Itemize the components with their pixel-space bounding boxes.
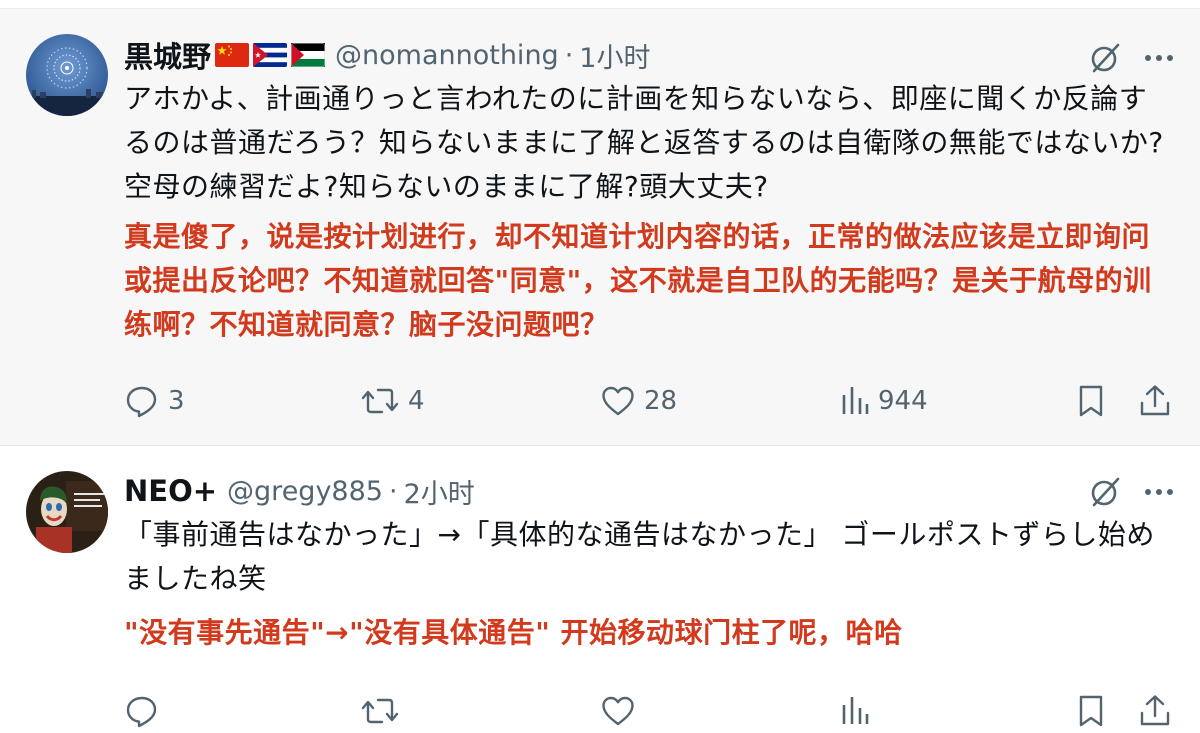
action-bar [124,689,1174,733]
reply-icon [124,693,160,729]
cuba-flag-icon [253,43,288,67]
palestine-flag-icon [291,43,326,67]
tweet-header: NEO+ @gregy885 · 2小时 [124,472,1060,511]
share-icon [1138,383,1172,419]
views-button[interactable] [840,689,878,733]
share-button[interactable] [1138,689,1172,733]
timestamp[interactable]: 1小时 [579,36,650,75]
bookmark-button[interactable] [1076,379,1106,423]
repost-button[interactable]: 4 [360,379,425,423]
tweet-top-actions [1088,475,1174,509]
china-flag-icon [215,43,250,67]
bookmark-icon [1076,693,1106,729]
flag-emojis [215,43,326,67]
user-handle[interactable]: @nomannothing [335,40,559,71]
tweet-card[interactable]: 黒城野 @nomannothing · 1小时 アホかよ、計画通りっと言われたの… [0,8,1200,446]
tweet-text: 「事前通告はなかった」→「具体的な通告はなかった」 ゴールポストずらし始めました… [124,518,1155,595]
like-button[interactable] [600,689,644,733]
repost-count: 4 [408,386,425,416]
action-bar: 3 4 28 944 [124,379,1174,423]
share-button[interactable] [1138,379,1172,423]
more-icon[interactable] [1144,488,1174,496]
more-icon[interactable] [1144,54,1174,62]
repost-icon [360,383,400,419]
avatar[interactable] [26,471,108,553]
share-icon [1138,693,1172,729]
like-icon [600,693,636,729]
reply-icon [124,383,160,419]
reply-button[interactable]: 3 [124,379,185,423]
reply-button[interactable] [124,689,168,733]
like-button[interactable]: 28 [600,379,677,423]
views-button[interactable]: 944 [840,379,928,423]
translation-text: 真是傻了，说是按计划进行，却不知道计划内容的话，正常的做法应该是立即询问或提出反… [124,220,1152,341]
tweet-text: アホかよ、計画通りっと言われたのに計画を知らないなら、即座に聞くか反論するのは普… [124,82,1164,203]
views-icon [840,693,870,729]
tweet-top-actions [1088,41,1174,75]
timestamp[interactable]: 2小时 [404,472,475,511]
grok-icon[interactable] [1088,41,1122,75]
tweet-card[interactable]: NEO+ @gregy885 · 2小时 「事前通告はなかった」→「具体的な通告… [0,447,1200,728]
views-icon [840,383,870,419]
bookmark-button[interactable] [1076,689,1106,733]
bookmark-icon [1076,383,1106,419]
display-name[interactable]: NEO+ [124,474,217,508]
repost-button[interactable] [360,689,408,733]
views-count: 944 [878,386,928,416]
grok-icon[interactable] [1088,475,1122,509]
reply-count: 3 [168,386,185,416]
like-count: 28 [644,386,678,416]
user-handle[interactable]: @gregy885 [227,476,383,507]
display-name[interactable]: 黒城野 [124,34,211,76]
repost-icon [360,693,400,729]
avatar[interactable] [26,34,108,116]
translation-text: "没有事先通告"→"没有具体通告" 开始移动球门柱了呢，哈哈 [124,616,903,649]
tweet-header: 黒城野 @nomannothing · 1小时 [124,34,1060,76]
separator-dot: · [564,39,574,71]
separator-dot: · [388,475,398,507]
like-icon [600,383,636,419]
